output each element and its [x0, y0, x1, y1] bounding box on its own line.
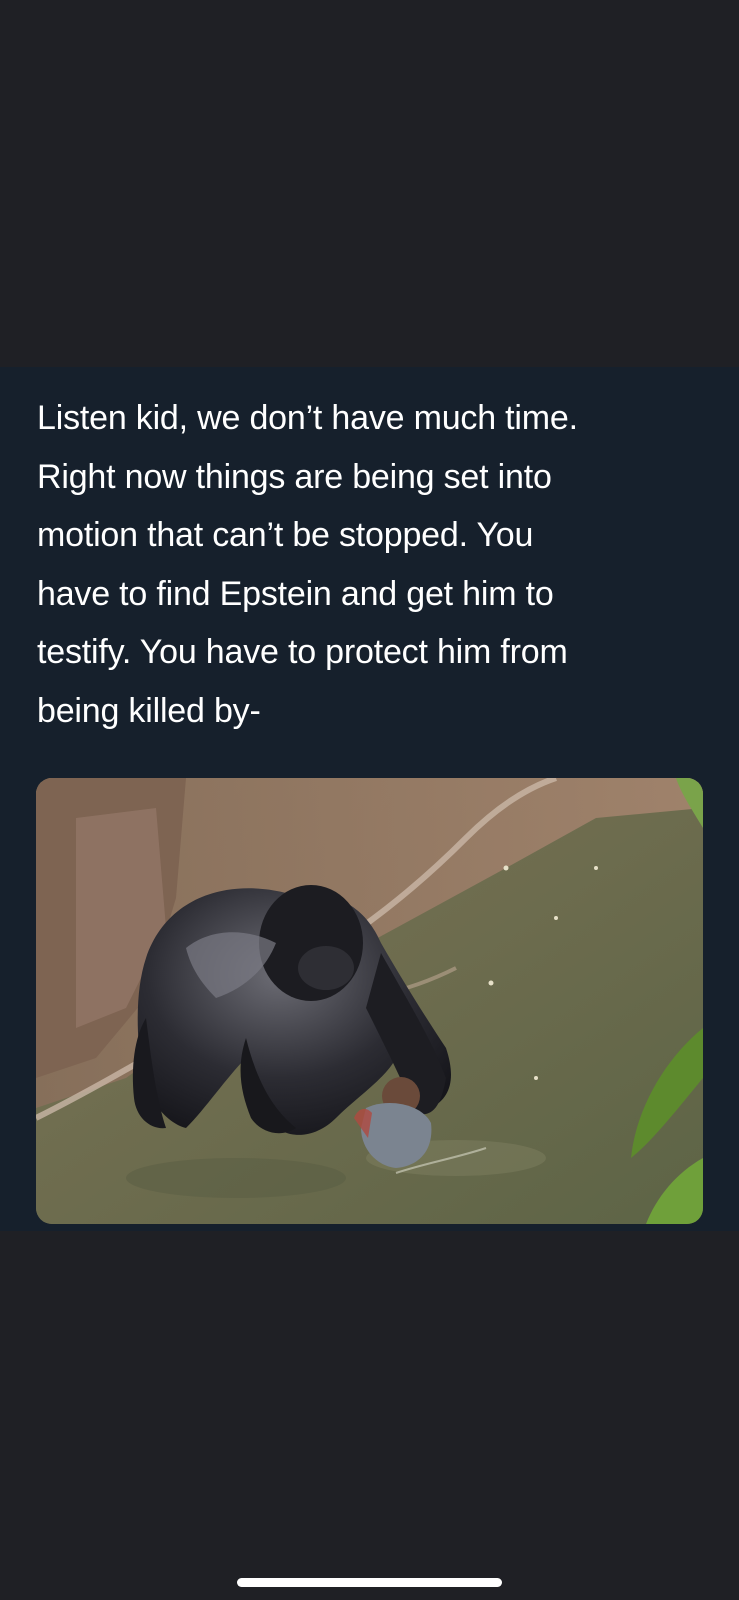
gorilla-photo [36, 778, 703, 1224]
tweet-text-line: motion that can’t be stopped. You [37, 516, 534, 554]
home-indicator[interactable] [237, 1578, 502, 1587]
tweet-text: Listen kid, we don’t have much time. Rig… [37, 389, 717, 740]
tweet-text-line: Right now things are being set into [37, 457, 552, 496]
tweet-text-line: testify. You have to protect him from [37, 633, 568, 671]
tweet-text-line: have to find Epstein and get him to [37, 574, 554, 613]
tweet-card[interactable]: Listen kid, we don’t have much time. Rig… [0, 367, 739, 1231]
tweet-text-line: Listen kid, we don’t have much time. [37, 399, 578, 437]
tweet-image[interactable] [36, 778, 703, 1224]
tweet-text-line: being killed by- [37, 691, 261, 730]
screen: Listen kid, we don’t have much time. Rig… [0, 0, 739, 1600]
